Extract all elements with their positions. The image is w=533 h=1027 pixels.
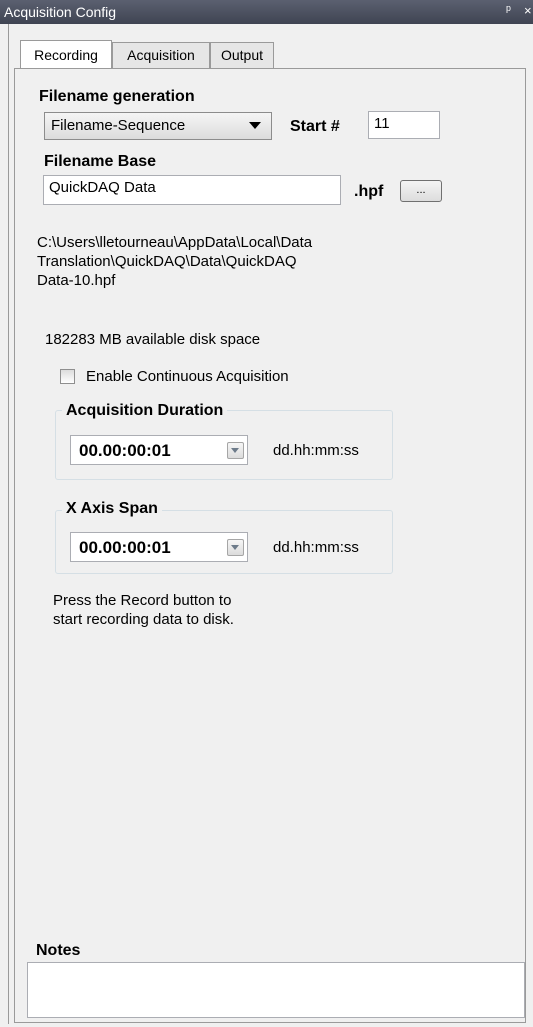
title-bar: Acquisition Config ᵖ × xyxy=(0,0,533,24)
pin-icon[interactable]: ᵖ xyxy=(506,2,511,17)
x-axis-span-title: X Axis Span xyxy=(62,500,162,518)
filename-generation-label: Filename generation xyxy=(39,88,195,105)
chevron-down-icon xyxy=(249,122,261,129)
file-path-line-3: Data-10.hpf xyxy=(37,272,116,289)
filename-mode-value: Filename-Sequence xyxy=(51,117,186,134)
start-number-input[interactable]: 11 xyxy=(368,111,440,139)
x-axis-span-value: 00.00:00:01 xyxy=(79,538,171,557)
tab-output[interactable]: Output xyxy=(210,42,274,68)
close-icon[interactable]: × xyxy=(524,3,532,18)
file-path-line-1: C:\Users\lletourneau\AppData\Local\Data xyxy=(37,234,313,251)
file-path-line-2: Translation\QuickDAQ\Data\QuickDAQ xyxy=(37,253,297,270)
file-extension-label: .hpf xyxy=(354,183,384,200)
span-format-label: dd.hh:mm:ss xyxy=(273,539,359,556)
filename-base-input[interactable]: QuickDAQ Data xyxy=(43,175,341,205)
filename-mode-select[interactable]: Filename-Sequence xyxy=(44,112,272,140)
duration-format-label: dd.hh:mm:ss xyxy=(273,442,359,459)
window-title: Acquisition Config xyxy=(4,4,117,20)
disk-space-text: 182283 MB available disk space xyxy=(45,331,261,348)
acquisition-duration-title: Acquisition Duration xyxy=(62,402,228,420)
browse-button[interactable]: ... xyxy=(400,180,442,202)
dropdown-icon[interactable] xyxy=(227,442,244,459)
record-hint-line-2: start recording data to disk. xyxy=(53,611,234,628)
acquisition-duration-value: 00.00:00:01 xyxy=(79,441,171,460)
tab-acquisition[interactable]: Acquisition xyxy=(112,42,210,68)
continuous-acquisition-checkbox[interactable] xyxy=(60,369,75,384)
start-number-label: Start # xyxy=(290,118,340,135)
continuous-acquisition-label: Enable Continuous Acquisition xyxy=(86,368,289,385)
x-axis-span-input[interactable]: 00.00:00:01 xyxy=(70,532,248,562)
filename-base-label: Filename Base xyxy=(44,153,157,170)
dropdown-icon[interactable] xyxy=(227,539,244,556)
notes-label: Notes xyxy=(36,942,81,959)
notes-textarea[interactable] xyxy=(27,962,525,1018)
record-hint-line-1: Press the Record button to xyxy=(53,592,232,609)
acquisition-duration-input[interactable]: 00.00:00:01 xyxy=(70,435,248,465)
tab-recording[interactable]: Recording xyxy=(20,40,112,68)
